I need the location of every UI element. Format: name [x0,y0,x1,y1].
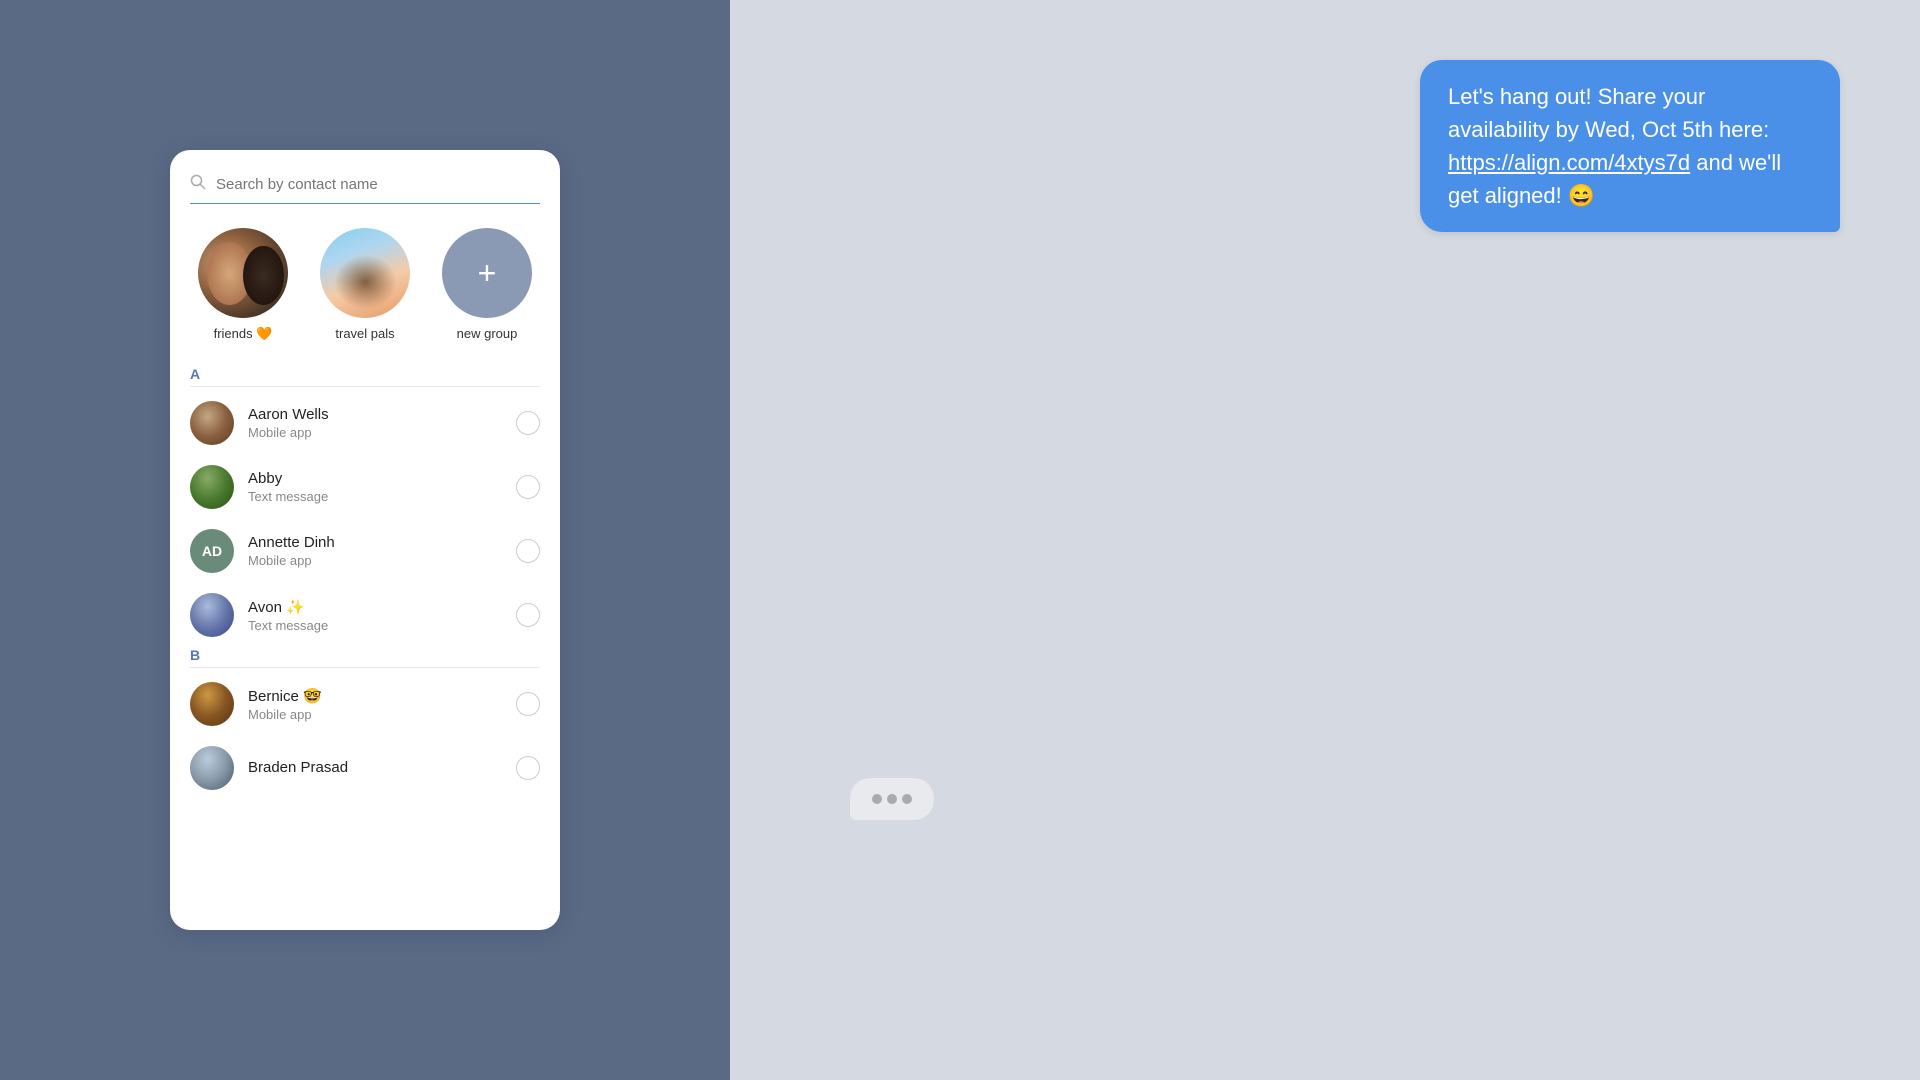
contact-info-abby: Abby Text message [248,470,516,504]
section-letter-b: B [190,647,540,663]
group-travel-pals[interactable]: travel pals [312,228,418,341]
travel-pals-avatar [320,228,410,318]
groups-row: friends 🧡 travel pals + new group [190,228,540,342]
contact-row-aaron-wells[interactable]: Aaron Wells Mobile app [190,391,540,455]
avatar-annette-dinh: AD [190,529,234,573]
contact-sub-abby: Text message [248,489,516,504]
contact-name-abby: Abby [248,470,516,487]
new-group-label: new group [457,326,518,341]
message-link[interactable]: https://align.com/4xtys7d [1448,150,1690,175]
chat-area: Let's hang out! Share your availability … [730,0,1920,1080]
contact-row-bernice[interactable]: Bernice 🤓 Mobile app [190,672,540,736]
radio-annette-dinh[interactable] [516,539,540,563]
typing-dot-1 [872,794,882,804]
section-divider-a [190,386,540,387]
section-b: B Bernice 🤓 Mobile app Braden Prasad [190,647,540,800]
plus-icon: + [478,257,497,289]
contact-info-braden-prasad: Braden Prasad [248,759,516,778]
typing-bubble [850,778,934,820]
contact-row-avon[interactable]: Avon ✨ Text message [190,583,540,647]
avatar-braden-prasad [190,746,234,790]
contact-info-aaron-wells: Aaron Wells Mobile app [248,406,516,440]
contact-card: friends 🧡 travel pals + new group A [170,150,560,930]
radio-bernice[interactable] [516,692,540,716]
message-text-part1: Let's hang out! Share your availability … [1448,84,1769,142]
contact-name-braden-prasad: Braden Prasad [248,759,516,776]
friends-label: friends 🧡 [214,326,273,342]
search-bar[interactable] [190,174,540,204]
radio-avon[interactable] [516,603,540,627]
typing-dot-3 [902,794,912,804]
avatar-bernice [190,682,234,726]
avatar-aaron-wells [190,401,234,445]
contact-info-annette-dinh: Annette Dinh Mobile app [248,534,516,568]
travel-pals-label: travel pals [335,326,394,341]
left-panel: friends 🧡 travel pals + new group A [0,0,730,1080]
contact-name-bernice: Bernice 🤓 [248,687,516,705]
initials-annette-dinh: AD [202,543,222,559]
contact-row-annette-dinh[interactable]: AD Annette Dinh Mobile app [190,519,540,583]
section-a: A Aaron Wells Mobile app Abby [190,366,540,647]
search-input[interactable] [216,176,540,193]
contact-name-annette-dinh: Annette Dinh [248,534,516,551]
new-group-circle[interactable]: + [442,228,532,318]
right-panel: Let's hang out! Share your availability … [730,0,1920,1080]
section-letter-a: A [190,366,540,382]
message-bubble: Let's hang out! Share your availability … [1420,60,1840,232]
contact-info-bernice: Bernice 🤓 Mobile app [248,687,516,722]
contact-sub-avon: Text message [248,618,516,633]
section-divider-b [190,667,540,668]
contact-row-braden-prasad[interactable]: Braden Prasad [190,736,540,800]
group-new[interactable]: + new group [434,228,540,341]
typing-dot-2 [887,794,897,804]
contact-sub-aaron-wells: Mobile app [248,425,516,440]
radio-braden-prasad[interactable] [516,756,540,780]
radio-abby[interactable] [516,475,540,499]
avatar-avon [190,593,234,637]
contact-sub-bernice: Mobile app [248,707,516,722]
search-icon [190,174,206,195]
friends-avatar [198,228,288,318]
contact-name-aaron-wells: Aaron Wells [248,406,516,423]
group-friends[interactable]: friends 🧡 [190,228,296,342]
contact-list: A Aaron Wells Mobile app Abby [190,366,540,800]
contact-name-avon: Avon ✨ [248,598,516,616]
contact-row-abby[interactable]: Abby Text message [190,455,540,519]
avatar-abby [190,465,234,509]
radio-aaron-wells[interactable] [516,411,540,435]
contact-info-avon: Avon ✨ Text message [248,598,516,633]
contact-sub-annette-dinh: Mobile app [248,553,516,568]
